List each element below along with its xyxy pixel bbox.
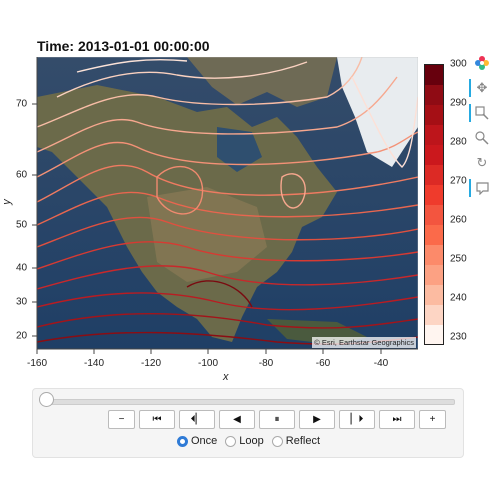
map-plot-area[interactable]: © Esri, Earthstar Geographics: [37, 57, 418, 349]
x-tick-label: -140: [83, 358, 105, 369]
loop-mode-group: Once Loop Reflect: [177, 435, 320, 447]
mode-label: Reflect: [285, 435, 321, 447]
mode-label: Once: [191, 435, 218, 447]
mode-once-radio[interactable]: Once: [177, 435, 217, 447]
y-tick-label: 50: [16, 219, 28, 231]
faster-button[interactable]: +: [419, 410, 446, 429]
play-button[interactable]: ▶: [299, 410, 335, 429]
colorbar-tick-label: 290: [450, 97, 467, 109]
x-tick-label: -160: [26, 358, 48, 369]
last-frame-button[interactable]: ⏭: [379, 410, 415, 429]
plot-title: Time: 2013-01-01 00:00:00: [37, 38, 210, 54]
wheel-zoom-icon[interactable]: [472, 127, 492, 149]
colorbar-tick-label: 260: [450, 214, 467, 226]
colorbar: [424, 64, 444, 345]
colorbar-tick-label: 300: [450, 58, 467, 70]
mode-loop-radio[interactable]: Loop: [225, 435, 264, 447]
x-tick-label: -40: [373, 358, 389, 369]
map-attribution[interactable]: © Esri, Earthstar Geographics: [312, 337, 416, 348]
colorbar-tick-label: 280: [450, 136, 467, 148]
y-tick-label: 40: [16, 262, 28, 274]
y-axis-label: y: [0, 199, 13, 205]
x-tick-label: -80: [258, 358, 274, 369]
colorbar-tick-label: 270: [450, 175, 467, 187]
mode-label: Loop: [239, 435, 264, 447]
colorbar-tick-label: 230: [450, 331, 467, 343]
slower-button[interactable]: −: [108, 410, 135, 429]
reset-icon[interactable]: ↻: [472, 152, 492, 174]
y-tick-label: 30: [16, 296, 28, 308]
bokeh-logo-icon[interactable]: [472, 52, 492, 74]
player-controls: − ⏮ ⏴▏ ◀ ⏸ ▶ ▏⏵ ⏭ +: [108, 410, 446, 429]
first-frame-button[interactable]: ⏮: [139, 410, 175, 429]
map-canvas: [37, 57, 418, 349]
box-zoom-icon[interactable]: [469, 102, 492, 124]
hover-icon[interactable]: [469, 177, 492, 199]
x-tick-label: -120: [140, 358, 162, 369]
colorbar-tick-label: 250: [450, 253, 467, 265]
x-axis-label: x: [223, 371, 229, 383]
y-tick-label: 20: [16, 330, 28, 342]
pause-button[interactable]: ⏸: [259, 410, 295, 429]
y-tick-label: 70: [16, 98, 28, 110]
pan-icon[interactable]: ✥: [469, 77, 492, 99]
frame-slider-track[interactable]: [45, 399, 455, 405]
animation-player: − ⏮ ⏴▏ ◀ ⏸ ▶ ▏⏵ ⏭ + Once Loop Reflect: [32, 388, 464, 458]
next-frame-button[interactable]: ▏⏵: [339, 410, 375, 429]
y-tick-label: 60: [16, 169, 28, 181]
radio-selected-icon: [177, 435, 188, 447]
x-tick-label: -100: [197, 358, 219, 369]
x-tick-label: -60: [315, 358, 331, 369]
colorbar-tick-label: 240: [450, 292, 467, 304]
play-reverse-button[interactable]: ◀: [219, 410, 255, 429]
plot-toolbar: ✥ ↻: [469, 52, 494, 202]
mode-reflect-radio[interactable]: Reflect: [271, 435, 321, 447]
previous-frame-button[interactable]: ⏴▏: [179, 410, 215, 429]
radio-unselected-icon: [271, 435, 283, 447]
radio-unselected-icon: [225, 435, 237, 447]
frame-slider-handle[interactable]: [39, 392, 54, 407]
